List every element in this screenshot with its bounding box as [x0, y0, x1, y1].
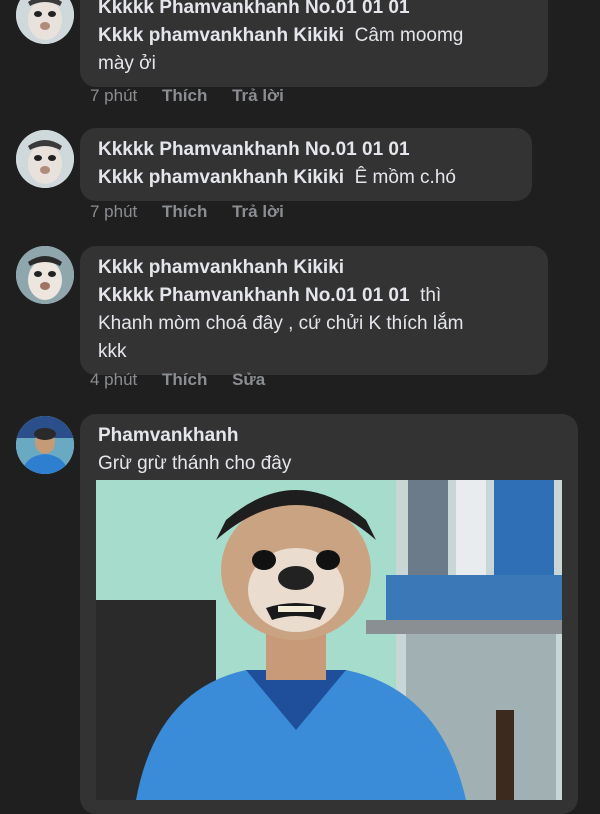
comment-photo[interactable]	[96, 480, 562, 800]
comment-author[interactable]: Kkkk phamvankhanh Kikiki	[98, 167, 344, 188]
comment-author[interactable]: Kkkk phamvankhanh Kikiki	[98, 25, 344, 46]
comment-text: Grừ grừ thánh cho đây	[98, 453, 292, 474]
comment-text-continued: mày ởi	[98, 53, 156, 74]
comment-meta: 7 phút Thích Trả lời	[90, 202, 304, 222]
comment-meta: 7 phút Thích Trả lời	[90, 86, 304, 106]
like-button[interactable]: Thích	[162, 202, 207, 221]
like-button[interactable]: Thích	[162, 370, 207, 389]
comment-author-line[interactable]: Phamvankhanh	[98, 422, 564, 450]
comment-body: Kkkk phamvankhanh Kikiki Câm moomg	[98, 25, 464, 46]
comment-body: Kkkkk Phamvankhanh No.01 01 01 thì	[98, 285, 442, 306]
dog-face-avatar-icon[interactable]	[16, 246, 74, 304]
comment-bubble[interactable]: Phamvankhanh Grừ grừ thánh cho đây	[80, 414, 578, 814]
reply-button[interactable]: Trả lời	[232, 86, 284, 105]
comment-time: 4 phút	[90, 370, 138, 389]
dog-face-avatar-icon[interactable]	[16, 130, 74, 188]
comment-time: 7 phút	[90, 86, 138, 105]
comment-bubble[interactable]: Kkkkk Phamvankhanh No.01 01 01 Kkkk pham…	[80, 0, 548, 87]
comment-bubble[interactable]: Kkkk phamvankhanh Kikiki Kkkkk Phamvankh…	[80, 246, 548, 375]
comment-time: 7 phút	[90, 202, 138, 221]
comment-text-continued: Khanh mòm choá đây , cứ chửi K thích lắm	[98, 313, 464, 334]
comment-body: Kkkk phamvankhanh Kikiki Ê mồm c.hó	[98, 167, 456, 188]
comment-tag[interactable]: Kkkkk Phamvankhanh No.01 01 01	[98, 285, 410, 306]
comment-tag-line[interactable]: Kkkkk Phamvankhanh No.01 01 01	[98, 0, 534, 22]
comment-bubble[interactable]: Kkkkk Phamvankhanh No.01 01 01 Kkkk pham…	[80, 128, 532, 201]
dog-face-avatar-icon[interactable]	[16, 0, 74, 44]
comment-meta: 4 phút Thích Sửa	[90, 370, 285, 390]
comment-text-continued: kkk	[98, 341, 127, 362]
comment-author-line[interactable]: Kkkk phamvankhanh Kikiki	[98, 254, 534, 282]
edit-button[interactable]: Sửa	[232, 370, 265, 389]
comment-tag-line[interactable]: Kkkkk Phamvankhanh No.01 01 01	[98, 136, 518, 164]
like-button[interactable]: Thích	[162, 86, 207, 105]
reply-button[interactable]: Trả lời	[232, 202, 284, 221]
man-avatar-icon[interactable]	[16, 416, 74, 474]
